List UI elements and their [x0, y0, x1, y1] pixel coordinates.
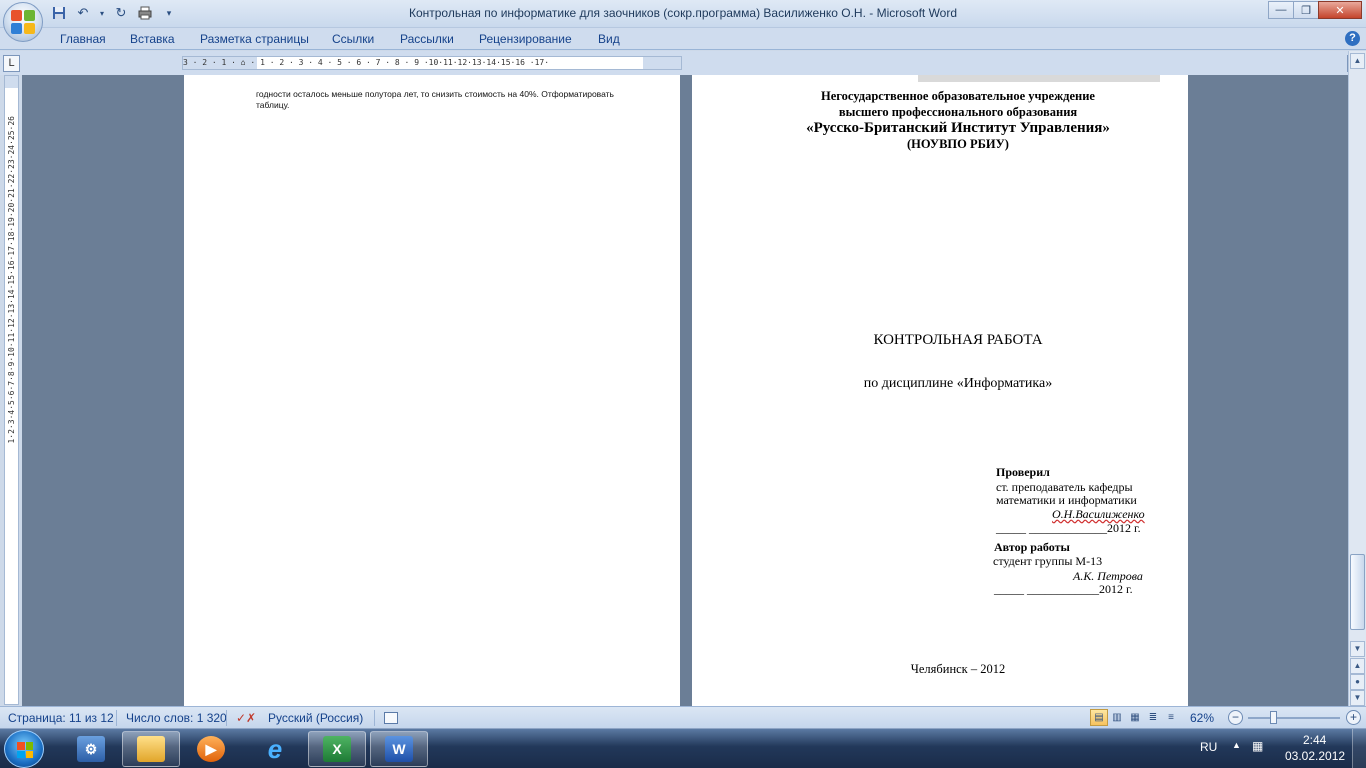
taskbar-app-explorer[interactable]	[122, 731, 180, 767]
tab-review[interactable]: Рецензирование	[479, 32, 572, 46]
tab-references[interactable]: Ссылки	[332, 32, 374, 46]
checked-name: О.Н.Василиженко	[1052, 507, 1145, 521]
vertical-ruler-numbers: 1·2·3·4·5·6·7·8·9·10·11·12·13·14·15·16·1…	[7, 116, 16, 444]
document-area[interactable]: годности осталось меньше полутора лет, т…	[22, 75, 1348, 706]
tab-view[interactable]: Вид	[598, 32, 620, 46]
zoom-out-button[interactable]: −	[1228, 710, 1243, 725]
org-line-2: высшего профессионального образования	[838, 105, 1078, 119]
header-area	[918, 75, 1160, 82]
window-title: Контрольная по информатике для заочников…	[408, 6, 958, 20]
taskbar: ⚙ ▶ e X W RU ▲ ▦ 2:44 03.02.2012	[0, 728, 1366, 768]
control-panel-icon: ⚙	[77, 736, 105, 762]
print-layout-view-icon[interactable]: ▤	[1090, 709, 1108, 726]
previous-page-icon[interactable]: ▲	[1350, 658, 1365, 674]
vertical-scrollbar[interactable]: ▲ ▼ ▲ ● ▼	[1348, 51, 1366, 706]
help-icon[interactable]: ?	[1345, 31, 1360, 46]
office-logo-icon	[11, 10, 35, 34]
status-bar: Страница: 11 из 12 Число слов: 1 320 ✓✗ …	[0, 706, 1366, 728]
page-counter[interactable]: Страница: 11 из 12	[8, 711, 114, 725]
author-group: студент группы М-13	[993, 554, 1103, 568]
outline-view-icon[interactable]: ≣	[1144, 709, 1162, 726]
vertical-ruler[interactable]: 1·2·3·4·5·6·7·8·9·10·11·12·13·14·15·16·1…	[4, 75, 19, 705]
web-layout-icon[interactable]: ▦	[1126, 709, 1144, 726]
tab-insert[interactable]: Вставка	[130, 32, 175, 46]
ruler-right-margin	[643, 57, 681, 69]
language-indicator[interactable]: Русский (Россия)	[268, 711, 363, 725]
tab-selector[interactable]: L	[3, 55, 20, 72]
network-icon[interactable]: ▦	[1252, 739, 1263, 753]
status-divider	[116, 710, 117, 726]
discipline-line: по дисциплине «Информатика»	[863, 376, 1053, 391]
maximize-button[interactable]: ❐	[1293, 1, 1319, 19]
checked-date: _____ _____________2012 г.	[996, 521, 1141, 535]
ribbon-tabs: Главная Вставка Разметка страницы Ссылки…	[0, 28, 1366, 50]
zoom-slider[interactable]	[1248, 717, 1340, 719]
media-player-icon: ▶	[197, 736, 225, 762]
language-tray[interactable]: RU	[1200, 740, 1217, 754]
checked-label: Проверил	[996, 465, 1050, 479]
taskbar-app-settings[interactable]: ⚙	[62, 731, 120, 767]
tray-expand-icon[interactable]: ▲	[1232, 740, 1241, 750]
show-desktop-button[interactable]	[1352, 729, 1366, 768]
zoom-level[interactable]: 62%	[1190, 711, 1214, 725]
ruler-numbers: 3 · 2 · 1 · ⌂ · 1 · 2 · 3 · 4 · 5 · 6 · …	[183, 58, 550, 67]
vertical-ruler-margin	[5, 76, 18, 88]
close-button[interactable]: ✕	[1318, 1, 1362, 19]
windows-logo-icon	[17, 742, 33, 758]
taskbar-app-word[interactable]: W	[370, 731, 428, 767]
word-icon: W	[385, 736, 413, 762]
org-line-4: (НОУВПО РБИУ)	[907, 137, 1009, 151]
author-date: _____ ____________2012 г.	[994, 582, 1133, 596]
checked-position-1: ст. преподаватель кафедры	[996, 480, 1133, 494]
view-buttons: ▤ ▥ ▦ ≣ ≡	[1090, 709, 1180, 726]
office-button[interactable]	[3, 2, 43, 42]
page-right[interactable]: Негосударственное образовательное учрежд…	[692, 75, 1188, 706]
proofing-icon[interactable]: ✓✗	[236, 711, 256, 725]
draft-view-icon[interactable]: ≡	[1162, 709, 1180, 726]
start-button[interactable]	[4, 730, 44, 768]
zoom-in-button[interactable]: +	[1346, 710, 1361, 725]
horizontal-ruler[interactable]: 3 · 2 · 1 · ⌂ · 1 · 2 · 3 · 4 · 5 · 6 · …	[182, 56, 682, 70]
city-year: Челябинск – 2012	[910, 662, 1006, 676]
excel-icon: X	[323, 736, 351, 762]
tab-home[interactable]: Главная	[60, 32, 106, 46]
next-page-icon[interactable]: ▼	[1350, 690, 1365, 706]
ruler-row: L 3 · 2 · 1 · ⌂ · 1 · 2 · 3 · 4 · 5 · 6 …	[0, 51, 1366, 75]
page-left[interactable]: годности осталось меньше полутора лет, т…	[184, 75, 680, 706]
tab-page-layout[interactable]: Разметка страницы	[200, 32, 309, 46]
page-left-text: годности осталось меньше полутора лет, т…	[256, 89, 614, 110]
status-divider	[226, 710, 227, 726]
window-controls: — ❐ ✕	[1268, 1, 1362, 19]
folder-icon	[137, 736, 165, 762]
full-screen-reading-icon[interactable]: ▥	[1108, 709, 1126, 726]
internet-explorer-icon: e	[267, 733, 283, 764]
macro-record-icon[interactable]	[384, 712, 398, 724]
zoom-slider-thumb[interactable]	[1270, 711, 1277, 724]
clock-time[interactable]: 2:44	[1303, 733, 1326, 747]
tab-mailings[interactable]: Рассылки	[400, 32, 454, 46]
checked-position-2: математики и информатики	[996, 493, 1137, 507]
scroll-up-icon[interactable]: ▲	[1350, 53, 1365, 69]
document-title: КОНТРОЛЬНАЯ РАБОТА	[873, 332, 1043, 348]
word-count[interactable]: Число слов: 1 320	[126, 711, 227, 725]
author-label: Автор работы	[994, 540, 1070, 554]
taskbar-app-media[interactable]: ▶	[182, 731, 240, 767]
taskbar-app-excel[interactable]: X	[308, 731, 366, 767]
minimize-button[interactable]: —	[1268, 1, 1294, 19]
scroll-down-icon[interactable]: ▼	[1350, 641, 1365, 657]
scrollbar-thumb[interactable]	[1350, 554, 1365, 630]
status-divider	[374, 710, 375, 726]
author-name: А.К. Петрова	[1073, 569, 1143, 583]
taskbar-app-ie[interactable]: e	[246, 731, 304, 767]
clock-date[interactable]: 03.02.2012	[1285, 749, 1345, 763]
org-line-1: Негосударственное образовательное учрежд…	[821, 89, 1095, 103]
browse-object-icon[interactable]: ●	[1350, 674, 1365, 690]
org-line-3: «Русско-Британский Институт Управления»	[806, 120, 1110, 136]
title-bar: ↶ ▾ ↻ ▾ Контрольная по информатике для з…	[0, 0, 1366, 28]
